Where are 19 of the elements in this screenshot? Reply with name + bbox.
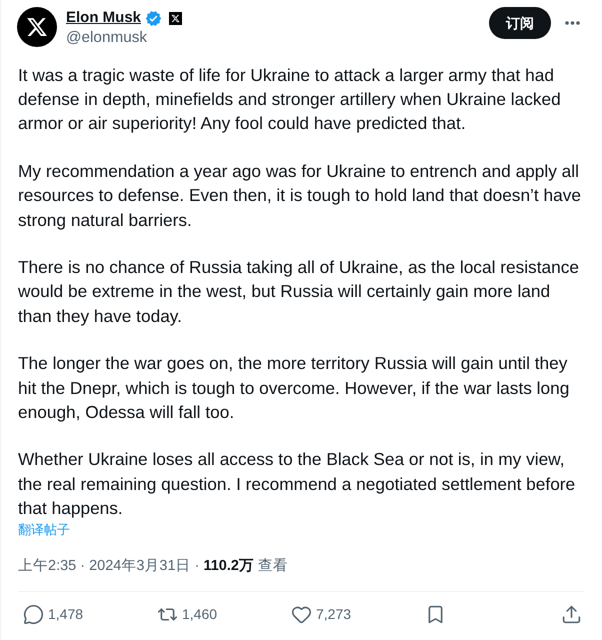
post-paragraph: The longer the war goes on, the more territory Russia will gain until they hit the Dnepr, which is tough to overcome. However, if the war lasts long enough, Odessa will fall too. (18, 352, 570, 424)
ellipsis-icon (564, 21, 580, 25)
subscribe-button[interactable]: 订阅 (489, 7, 551, 39)
speech-bubble-icon (23, 604, 44, 626)
author-handle[interactable]: @elonmusk (66, 28, 182, 48)
post-timestamp: 上午2:35 · 2024年3月31日 · 110.2万 查看 (18, 557, 288, 576)
share-icon (561, 604, 582, 626)
repost-button[interactable]: 1,460 (157, 604, 218, 626)
post-paragraph: My recommendation a year ago was for Ukraine to entrench and apply all resources to defense. Even then, it is tough to hold land that doesn’t have strong natural barriers. (18, 160, 582, 232)
post-paragraph: There is no chance of Russia taking all of Ukraine, as the local resistance would be extreme in the west, but Russia will certainly gain more land than they have today. (18, 256, 580, 328)
share-button[interactable] (561, 604, 582, 626)
square-logo-badge-icon (169, 12, 182, 24)
author-name[interactable]: Elon Musk (66, 8, 142, 28)
post-paragraph: Whether Ukraine loses all access to the Black Sea or not is, in my view, the real remaining question. I recommend a negotiated settlement before that happens. (18, 448, 576, 520)
heart-icon (291, 604, 312, 626)
post-paragraph: It was a tragic waste of life for Ukraine to attack a larger army that had defense in depth, minefields and stronger artillery when Ukraine lacked armor or air superiority! Any fool could have predicted that. (18, 64, 562, 136)
like-button[interactable]: 7,273 (291, 604, 352, 626)
avatar-icon[interactable] (17, 7, 57, 47)
reply-button[interactable]: 1,478 (23, 604, 84, 626)
